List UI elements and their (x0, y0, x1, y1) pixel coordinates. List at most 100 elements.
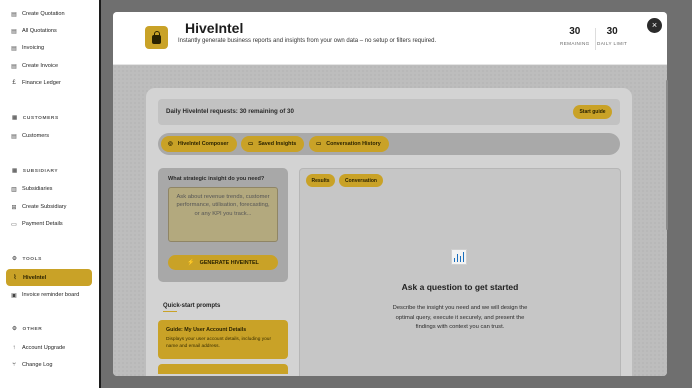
sidebar-item-label: Account Upgrade (22, 345, 66, 351)
chat-icon: ▭ (316, 141, 322, 147)
sidebar-scrollbar[interactable] (99, 0, 101, 388)
page-title: HiveIntel (185, 20, 244, 36)
quick-start-card-title: Guide: My User Account Details (166, 327, 247, 333)
start-guide-button[interactable]: Start guide (573, 105, 612, 119)
sidebar-item-account-upgrade[interactable]: ↑ Account Upgrade (10, 340, 94, 356)
modal-scrollbar[interactable] (666, 80, 668, 230)
document-icon: ▤ (11, 28, 17, 35)
sidebar-item-change-log[interactable]: ⑂ Change Log (10, 357, 94, 373)
arrow-up-icon: ↑ (12, 345, 16, 351)
chart-line-icon: ⌇ (13, 275, 17, 281)
section-other: ⚙ OTHER (12, 326, 42, 332)
plus-square-icon: ⊞ (11, 204, 17, 211)
page-subtitle: Instantly generate business reports and … (178, 38, 437, 44)
empty-state-description: Describe the insight you need and we wil… (392, 305, 528, 331)
sidebar-item-hiveintel[interactable]: ⌇ HiveIntel (6, 269, 92, 286)
stat-remaining: 30 REMAINING (560, 26, 590, 46)
gear-icon: ⚙ (12, 256, 18, 262)
bookmark-icon: ▭ (248, 141, 254, 147)
quick-start-card-desc: Displays your user account details, incl… (166, 337, 272, 349)
hiveintel-modal: HiveIntel Instantly generate business re… (113, 12, 667, 376)
stat-remaining-value: 30 (569, 26, 581, 37)
section-title: CUSTOMERS (22, 115, 59, 121)
tab-conversation[interactable]: Conversation (339, 174, 383, 187)
section-subsidiary: ▦ SUBSIDIARY (12, 168, 58, 174)
sidebar-item-create-invoice[interactable]: ▤ Create Invoice (10, 58, 94, 74)
git-branch-icon: ⑂ (12, 362, 16, 368)
document-icon: ▤ (11, 63, 17, 70)
results-panel: Results Conversation Ask a question to g… (299, 168, 621, 376)
modal-header: HiveIntel Instantly generate business re… (113, 12, 667, 65)
sidebar-item-label: Subsidiaries (22, 186, 53, 192)
sidebar: ▤ Create Quotation ▤ All Quotations ▤ In… (0, 0, 99, 388)
sidebar-item-label: Create Quotation (22, 11, 65, 17)
tab-label: HiveIntel Composer (177, 141, 229, 147)
empty-state-title: Ask a question to get started (401, 282, 519, 292)
sidebar-item-label: Change Log (22, 362, 53, 368)
generate-label: GENERATE HIVEINTEL (199, 259, 259, 266)
tab-hiveintel-composer[interactable]: ◎ HiveIntel Composer (161, 136, 237, 152)
tab-label: Saved Insights (258, 141, 297, 147)
stat-daily-limit: 30 DAILY LIMIT (597, 26, 627, 46)
section-title: SUBSIDIARY (22, 168, 59, 174)
question-label: What strategic insight do you need? (168, 176, 265, 182)
sidebar-item-label: Create Subsidiary (22, 204, 67, 210)
sidebar-item-customers[interactable]: ▤ Customers (10, 128, 94, 144)
lock-icon (145, 26, 168, 49)
sidebar-item-label: HiveIntel (23, 274, 47, 281)
sidebar-item-create-subsidiary[interactable]: ⊞ Create Subsidiary (10, 199, 94, 215)
sidebar-item-invoice-reminder-board[interactable]: ▣ Invoice reminder board (10, 287, 94, 303)
pound-icon: £ (12, 80, 16, 86)
document-icon: ▤ (11, 133, 17, 140)
sidebar-item-label: Finance Ledger (22, 80, 61, 86)
tab-conversation-history[interactable]: ▭ Conversation History (309, 136, 389, 152)
stat-remaining-label: REMAINING (560, 41, 590, 46)
stat-limit-label: DAILY LIMIT (597, 41, 628, 46)
section-customers: ▦ CUSTOMERS (12, 115, 59, 121)
tab-label: Conversation History (326, 141, 381, 147)
credit-card-icon: ▭ (11, 221, 17, 228)
section-tools: ⚙ TOOLS (12, 256, 42, 262)
sidebar-item-label: Customers (22, 133, 50, 139)
modal-body: Daily HiveIntel requests: 30 remaining o… (113, 65, 667, 376)
stat-divider (595, 28, 596, 50)
generate-hiveintel-button[interactable]: ⚡ GENERATE HIVEINTEL (168, 255, 278, 270)
sidebar-item-label: Payment Details (22, 221, 63, 227)
composer-panel: What strategic insight do you need? Ask … (158, 168, 288, 282)
stat-limit-value: 30 (606, 26, 618, 37)
section-title: TOOLS (22, 256, 42, 262)
customers-icon: ▦ (12, 115, 18, 121)
sidebar-item-label: Invoice reminder board (22, 292, 80, 298)
tab-saved-insights[interactable]: ▭ Saved Insights (241, 136, 304, 152)
target-icon: ◎ (168, 141, 173, 147)
sidebar-item-label: Create Invoice (22, 63, 59, 69)
quick-start-card[interactable] (158, 364, 288, 374)
lightning-icon: ⚡ (187, 260, 195, 266)
insight-question-input[interactable]: Ask about revenue trends, customer perfo… (168, 187, 278, 242)
sidebar-item-subsidiaries[interactable]: ▥ Subsidiaries (10, 181, 94, 197)
sidebar-item-invoicing[interactable]: ▤ Invoicing (10, 40, 94, 56)
gear-icon: ⚙ (12, 326, 18, 332)
tab-results[interactable]: Results (306, 174, 335, 187)
sidebar-item-label: All Quotations (22, 28, 57, 34)
sidebar-item-finance-ledger[interactable]: £ Finance Ledger (10, 75, 94, 91)
quick-start-underline (163, 311, 177, 312)
close-icon[interactable]: × (647, 18, 662, 33)
tabs-bar: ◎ HiveIntel Composer ▭ Saved Insights ▭ … (158, 133, 620, 155)
document-icon: ▤ (11, 11, 17, 18)
quick-start-card[interactable]: Guide: My User Account Details Displays … (158, 320, 288, 359)
subsidiary-icon: ▦ (12, 168, 18, 174)
requests-banner-text: Daily HiveIntel requests: 30 remaining o… (166, 108, 294, 115)
bar-chart-icon (451, 249, 467, 265)
sidebar-item-label: Invoicing (22, 45, 45, 51)
building-icon: ▥ (11, 186, 17, 193)
quick-start-title: Quick-start prompts (163, 303, 221, 309)
sidebar-item-create-quotation[interactable]: ▤ Create Quotation (10, 6, 94, 22)
requests-banner: Daily HiveIntel requests: 30 remaining o… (158, 99, 620, 125)
document-icon: ▤ (11, 45, 17, 52)
board-icon: ▣ (11, 292, 17, 299)
sidebar-item-payment-details[interactable]: ▭ Payment Details (10, 216, 94, 232)
sidebar-item-all-quotations[interactable]: ▤ All Quotations (10, 23, 94, 39)
hiveintel-card: Daily HiveIntel requests: 30 remaining o… (146, 88, 632, 376)
section-title: OTHER (22, 326, 43, 332)
